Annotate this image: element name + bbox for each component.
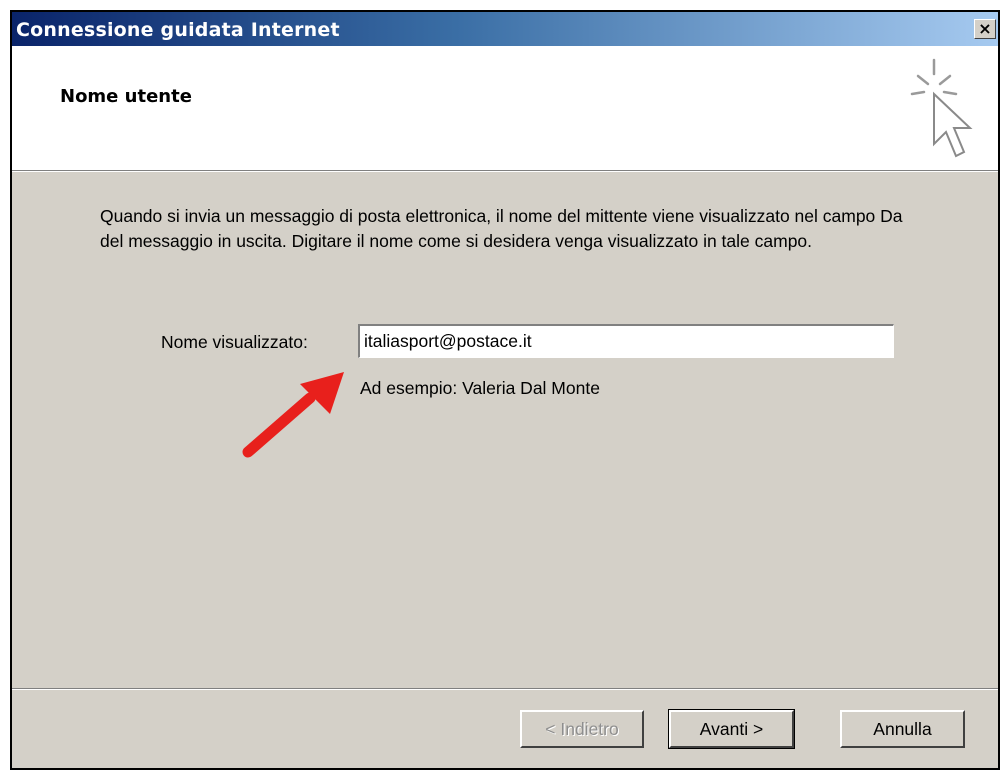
- page-title: Nome utente: [60, 86, 192, 107]
- display-name-label: Nome visualizzato:: [161, 332, 308, 352]
- footer-separator: [12, 688, 998, 690]
- close-icon: ×: [978, 19, 992, 38]
- title-bar: Connessione guidata Internet ×: [12, 12, 998, 46]
- wizard-window: Connessione guidata Internet × Nome uten…: [10, 10, 1000, 770]
- close-button[interactable]: ×: [974, 19, 996, 39]
- red-arrow-annotation: [242, 372, 344, 458]
- back-button[interactable]: < Indietro: [520, 710, 644, 748]
- wizard-header: Nome utente: [12, 46, 998, 170]
- next-button[interactable]: Avanti >: [668, 709, 795, 749]
- display-name-input[interactable]: [358, 324, 894, 358]
- wizard-cursor-icon: [910, 58, 973, 158]
- example-text: Ad esempio: Valeria Dal Monte: [360, 378, 600, 398]
- header-separator: [12, 170, 998, 172]
- window-title: Connessione guidata Internet: [16, 19, 340, 41]
- description-text: Quando si invia un messaggio di posta el…: [100, 206, 903, 251]
- cancel-button[interactable]: Annulla: [840, 710, 965, 748]
